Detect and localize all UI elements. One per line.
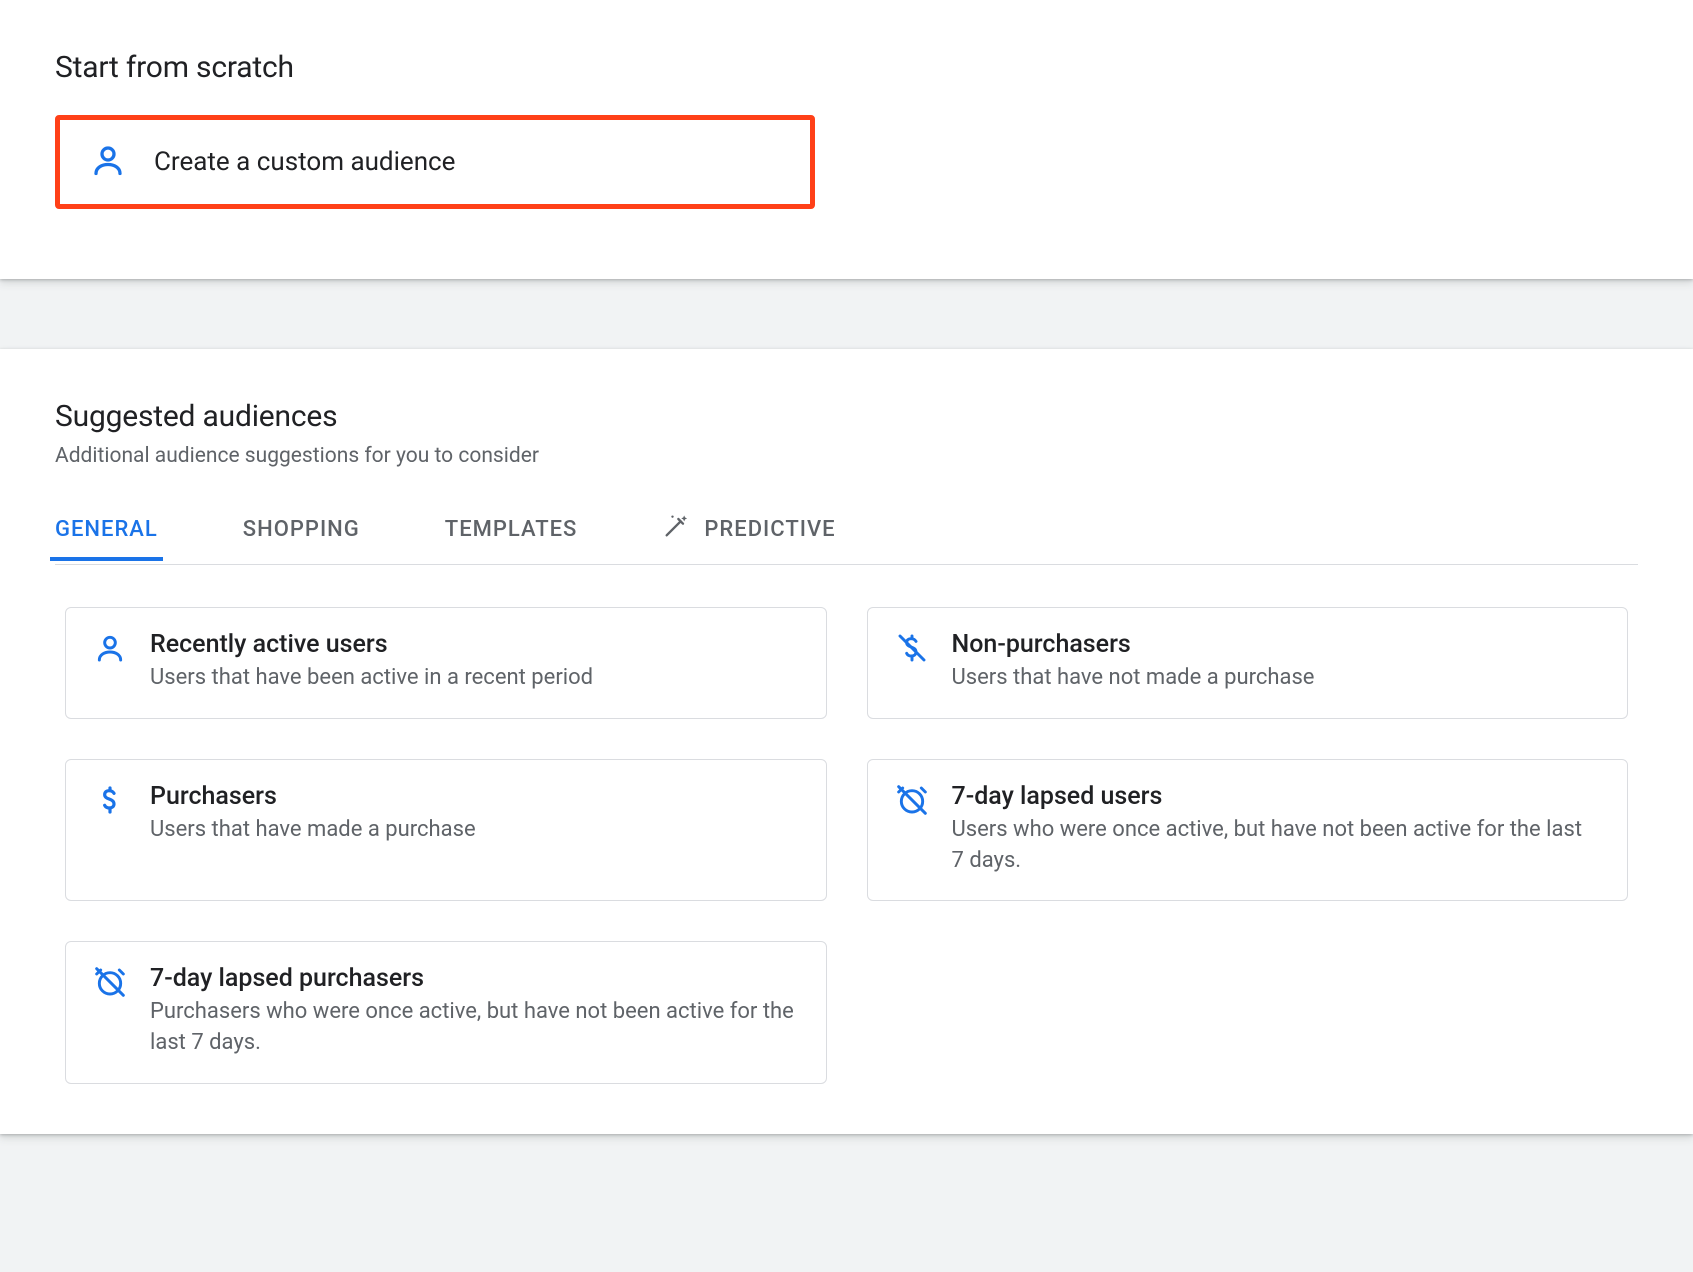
card-title: 7-day lapsed users: [952, 782, 1600, 811]
tab-predictive[interactable]: PREDICTIVE: [662, 496, 835, 564]
alarm-off-icon: [94, 966, 126, 1002]
card-non-purchasers[interactable]: Non-purchasers Users that have not made …: [867, 607, 1629, 719]
create-custom-audience-label: Create a custom audience: [154, 147, 455, 177]
audience-cards-grid: Recently active users Users that have be…: [55, 607, 1638, 1084]
card-purchasers[interactable]: Purchasers Users that have made a purcha…: [65, 759, 827, 902]
magic-wand-icon: [662, 512, 690, 546]
suggested-audiences-title: Suggested audiences: [55, 399, 1638, 434]
card-title: Recently active users: [150, 630, 593, 659]
alarm-off-icon: [896, 784, 928, 820]
dollar-icon: [94, 784, 126, 820]
card-7day-lapsed-purchasers[interactable]: 7-day lapsed purchasers Purchasers who w…: [65, 941, 827, 1084]
tab-predictive-label: PREDICTIVE: [704, 517, 835, 542]
person-icon: [94, 632, 126, 668]
person-icon: [90, 142, 126, 182]
card-description: Users that have been active in a recent …: [150, 663, 593, 694]
card-description: Users that have not made a purchase: [952, 663, 1315, 694]
tab-shopping[interactable]: SHOPPING: [243, 501, 360, 560]
start-from-scratch-panel: Start from scratch Create a custom audie…: [0, 0, 1693, 279]
audience-tabs: GENERAL SHOPPING TEMPLATES PREDICTIVE: [55, 496, 1638, 565]
suggested-audiences-panel: Suggested audiences Additional audience …: [0, 349, 1693, 1134]
card-title: Purchasers: [150, 782, 476, 811]
start-from-scratch-title: Start from scratch: [55, 50, 1638, 85]
tab-templates[interactable]: TEMPLATES: [445, 501, 578, 560]
create-custom-audience-button[interactable]: Create a custom audience: [55, 115, 815, 209]
tab-general[interactable]: GENERAL: [55, 501, 158, 560]
suggested-audiences-subtitle: Additional audience suggestions for you …: [55, 444, 1638, 468]
card-title: 7-day lapsed purchasers: [150, 964, 798, 993]
card-description: Purchasers who were once active, but hav…: [150, 997, 798, 1059]
card-title: Non-purchasers: [952, 630, 1315, 659]
card-description: Users that have made a purchase: [150, 815, 476, 846]
card-7day-lapsed-users[interactable]: 7-day lapsed users Users who were once a…: [867, 759, 1629, 902]
card-description: Users who were once active, but have not…: [952, 815, 1600, 877]
dollar-off-icon: [896, 632, 928, 668]
card-recently-active-users[interactable]: Recently active users Users that have be…: [65, 607, 827, 719]
